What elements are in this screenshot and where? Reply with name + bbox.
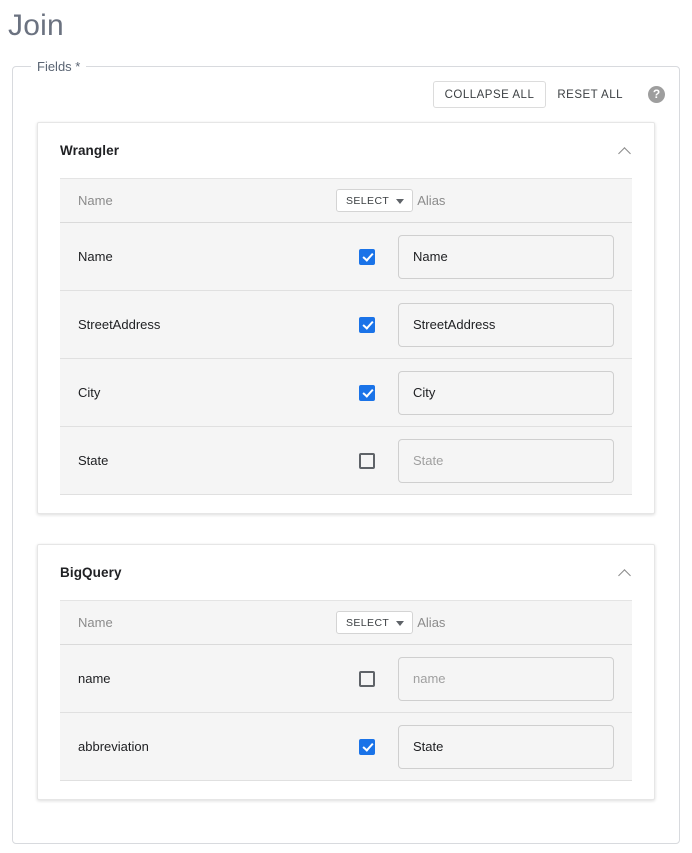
field-alias-cell bbox=[398, 439, 632, 483]
alias-input[interactable] bbox=[398, 235, 614, 279]
field-select-cell bbox=[336, 249, 398, 265]
fields-toolbar: COLLAPSE ALL RESET ALL ? bbox=[25, 73, 667, 112]
fields-fieldset: Fields * COLLAPSE ALL RESET ALL ? Wrangl… bbox=[12, 60, 680, 844]
table-row: abbreviation bbox=[60, 713, 632, 781]
page-title: Join bbox=[0, 0, 692, 46]
field-name: City bbox=[60, 385, 336, 400]
field-checkbox[interactable] bbox=[359, 453, 375, 469]
field-alias-cell bbox=[398, 235, 632, 279]
select-dropdown-label: SELECT bbox=[346, 195, 389, 207]
field-alias-cell bbox=[398, 303, 632, 347]
field-select-cell bbox=[336, 739, 398, 755]
field-name: StreetAddress bbox=[60, 317, 336, 332]
alias-input[interactable] bbox=[398, 439, 614, 483]
table-row: StreetAddress bbox=[60, 291, 632, 359]
panel-bigquery-header[interactable]: BigQuery bbox=[38, 545, 654, 590]
alias-input[interactable] bbox=[398, 303, 614, 347]
field-alias-cell bbox=[398, 371, 632, 415]
chevron-down-icon bbox=[396, 199, 404, 204]
field-alias-cell bbox=[398, 725, 632, 769]
field-checkbox[interactable] bbox=[359, 739, 375, 755]
collapse-all-button[interactable]: COLLAPSE ALL bbox=[433, 81, 547, 108]
field-select-cell bbox=[336, 453, 398, 469]
table-row: name bbox=[60, 645, 632, 713]
field-checkbox[interactable] bbox=[359, 385, 375, 401]
table-row: Name bbox=[60, 223, 632, 291]
select-dropdown-label: SELECT bbox=[346, 617, 389, 629]
alias-input[interactable] bbox=[398, 657, 614, 701]
help-circle-icon[interactable]: ? bbox=[648, 86, 665, 103]
reset-all-button[interactable]: RESET ALL bbox=[546, 81, 634, 108]
column-header-name: Name bbox=[60, 615, 336, 630]
field-alias-cell bbox=[398, 657, 632, 701]
table-row: City bbox=[60, 359, 632, 427]
table-header-row: Name SELECT Alias bbox=[60, 601, 632, 645]
panel-wrangler: Wrangler Name SELECT Alias bbox=[37, 122, 655, 514]
table-header-row: Name SELECT Alias bbox=[60, 179, 632, 223]
field-checkbox[interactable] bbox=[359, 317, 375, 333]
field-select-cell bbox=[336, 671, 398, 687]
fields-fieldset-body: COLLAPSE ALL RESET ALL ? Wrangler Name S… bbox=[13, 73, 679, 800]
select-dropdown[interactable]: SELECT bbox=[336, 611, 413, 634]
field-name: abbreviation bbox=[60, 739, 336, 754]
column-header-alias: Alias bbox=[413, 615, 632, 630]
field-name: Name bbox=[60, 249, 336, 264]
panel-bigquery: BigQuery Name SELECT Alias bbox=[37, 544, 655, 800]
column-header-select: SELECT bbox=[336, 189, 413, 212]
panel-bigquery-title: BigQuery bbox=[60, 565, 122, 580]
join-page: Join Fields * COLLAPSE ALL RESET ALL ? W… bbox=[0, 0, 692, 844]
table-row: State bbox=[60, 427, 632, 495]
alias-input[interactable] bbox=[398, 725, 614, 769]
column-header-select: SELECT bbox=[336, 611, 413, 634]
field-checkbox[interactable] bbox=[359, 671, 375, 687]
field-name: name bbox=[60, 671, 336, 686]
panel-wrangler-title: Wrangler bbox=[60, 143, 119, 158]
panel-wrangler-table: Name SELECT Alias Name bbox=[60, 178, 632, 495]
chevron-up-icon[interactable] bbox=[618, 566, 632, 580]
field-select-cell bbox=[336, 317, 398, 333]
field-name: State bbox=[60, 453, 336, 468]
column-header-name: Name bbox=[60, 193, 336, 208]
field-checkbox[interactable] bbox=[359, 249, 375, 265]
fields-legend: Fields * bbox=[31, 60, 86, 73]
panel-bigquery-table: Name SELECT Alias name bbox=[60, 600, 632, 781]
alias-input[interactable] bbox=[398, 371, 614, 415]
field-select-cell bbox=[336, 385, 398, 401]
panel-wrangler-header[interactable]: Wrangler bbox=[38, 123, 654, 168]
column-header-alias: Alias bbox=[413, 193, 632, 208]
select-dropdown[interactable]: SELECT bbox=[336, 189, 413, 212]
chevron-up-icon[interactable] bbox=[618, 144, 632, 158]
chevron-down-icon bbox=[396, 621, 404, 626]
